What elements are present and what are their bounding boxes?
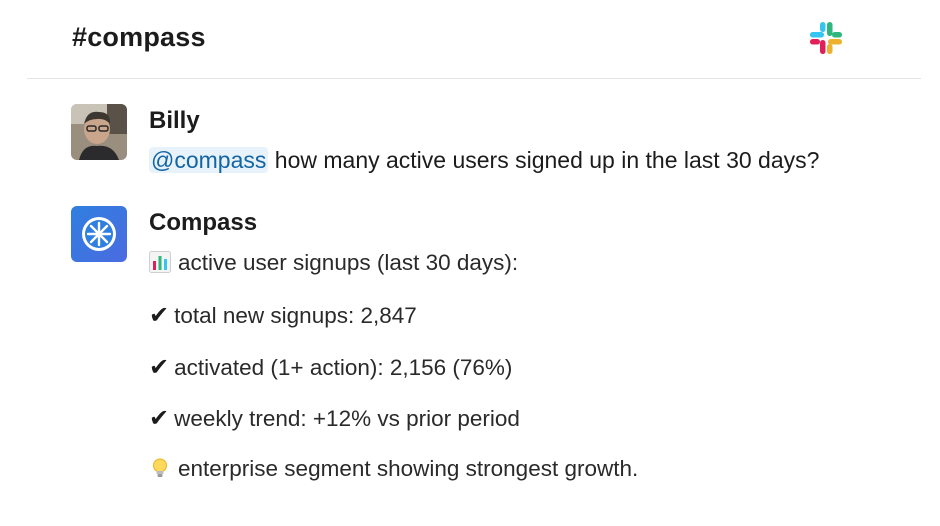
check-mark-icon: ✔ bbox=[149, 354, 170, 381]
message-text: @compass how many active users signed up… bbox=[149, 147, 819, 174]
bot-line-text: activated (1+ action): 2,156 (76%) bbox=[174, 355, 513, 380]
bot-line-text: enterprise segment showing strongest gro… bbox=[178, 456, 639, 481]
bar-chart-icon bbox=[149, 251, 171, 273]
bot-line-text: total new signups: 2,847 bbox=[174, 303, 417, 328]
user-photo-icon bbox=[71, 104, 127, 160]
bot-line: ✔ total new signups: 2,847 bbox=[149, 301, 417, 330]
bot-line: active user signups (last 30 days): bbox=[149, 250, 518, 276]
channel-header: #compass bbox=[27, 0, 921, 79]
bot-line: ✔ weekly trend: +12% vs prior period bbox=[149, 404, 520, 433]
bot-line-text: active user signups (last 30 days): bbox=[178, 250, 519, 275]
message-body: how many active users signed up in the l… bbox=[268, 147, 820, 173]
bot-line-text: weekly trend: +12% vs prior period bbox=[174, 406, 520, 431]
lightbulb-icon bbox=[153, 458, 167, 477]
bot-line: ✔ activated (1+ action): 2,156 (76%) bbox=[149, 353, 512, 382]
channel-title[interactable]: #compass bbox=[72, 22, 206, 53]
check-mark-icon: ✔ bbox=[149, 302, 170, 329]
compass-logo-icon bbox=[71, 206, 127, 262]
mention-compass[interactable]: @compass bbox=[149, 147, 269, 173]
avatar-compass[interactable] bbox=[71, 206, 127, 262]
message-author[interactable]: Billy bbox=[149, 107, 200, 135]
avatar-billy[interactable] bbox=[71, 104, 127, 160]
check-mark-icon: ✔ bbox=[149, 405, 170, 432]
message-author[interactable]: Compass bbox=[149, 209, 257, 237]
bot-line: enterprise segment showing strongest gro… bbox=[149, 456, 638, 482]
slack-logo-icon[interactable] bbox=[807, 19, 845, 57]
